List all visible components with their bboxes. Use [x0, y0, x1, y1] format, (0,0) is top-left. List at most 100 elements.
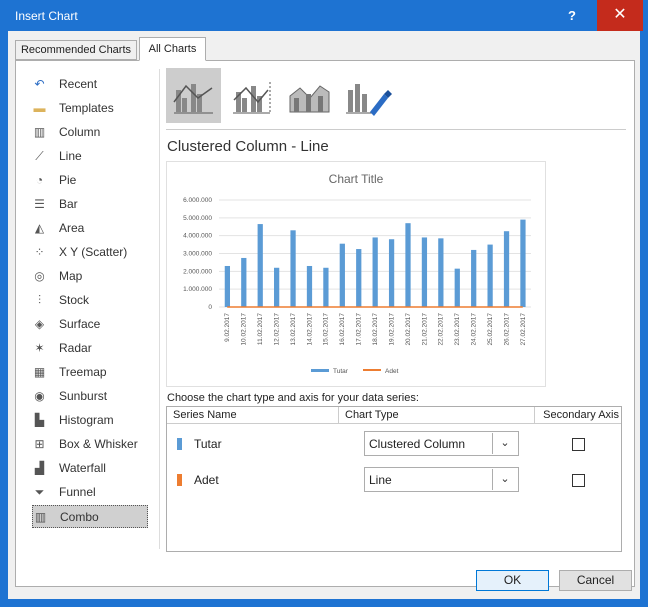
stacked-area-column-icon [289, 85, 330, 113]
bar-tutar [290, 230, 296, 307]
bar-tutar [520, 219, 526, 307]
chart-type-label: Stock [59, 293, 90, 307]
x-tick-label: 25.02.2017 [487, 313, 494, 346]
tab-all-charts[interactable]: All Charts [139, 37, 206, 61]
chart-type-templates[interactable]: ▬ Templates [28, 97, 148, 120]
series-name: Tutar [194, 437, 222, 451]
title-bar[interactable]: Insert Chart ? ✕ [0, 0, 648, 31]
bar-tutar [421, 237, 428, 307]
chart-type-select-tutar[interactable]: Clustered Column ⌄ [364, 431, 519, 456]
x-tick-label: 16.02.2017 [339, 313, 346, 346]
chart-type-histogram[interactable]: ▙ Histogram [28, 409, 148, 432]
chart-type-bar[interactable]: ☰ Bar [28, 193, 148, 216]
chevron-down-icon[interactable]: ⌄ [492, 433, 517, 454]
chart-type-funnel[interactable]: ⏷ Funnel [28, 481, 148, 504]
chart-title: Chart Title [329, 172, 384, 186]
chart-type-box-whisker[interactable]: ⊞ Box & Whisker [28, 433, 148, 456]
select-value: Clustered Column [369, 437, 466, 451]
chart-type-sunburst[interactable]: ◉ Sunburst [28, 385, 148, 408]
chart-type-waterfall[interactable]: ▟ Waterfall [28, 457, 148, 480]
chart-type-x-y-scatter[interactable]: ⁘ X Y (Scatter) [28, 241, 148, 264]
chart-type-recent[interactable]: ↶ Recent [28, 73, 148, 96]
bar-tutar [372, 237, 378, 307]
insert-chart-dialog: Insert Chart ? ✕ Recommended Charts All … [0, 0, 648, 607]
sunburst-chart-icon: ◉ [34, 389, 45, 403]
chevron-down-icon[interactable]: ⌄ [492, 469, 517, 490]
divider [159, 69, 160, 549]
chart-type-label: Pie [59, 173, 77, 187]
custom-combination-icon [346, 84, 392, 116]
all-charts-panel: ↶ Recent ▬ Templates ▥ Column ⟋ Line ◔ Pie ☰ Bar ◭ Ar… [15, 60, 635, 587]
chart-type-treemap[interactable]: ▦ Treemap [28, 361, 148, 384]
treemap-chart-icon: ▦ [33, 365, 46, 379]
pie-chart-icon: ◔ [35, 173, 44, 187]
bar-tutar [339, 243, 345, 307]
line-chart-icon: ⟋ [35, 149, 44, 163]
chart-type-map[interactable]: ◎ Map [28, 265, 148, 288]
x-tick-label: 15.02.2017 [323, 313, 330, 346]
chart-type-select-adet[interactable]: Line ⌄ [364, 467, 519, 492]
y-tick-label: 5.000.000 [183, 215, 212, 222]
x-tick-label: 11.02.2017 [257, 313, 264, 345]
dialog-client: Recommended Charts All Charts ↶ Recent ▬ Te… [8, 31, 640, 599]
folder-icon: ▬ [33, 101, 46, 115]
x-tick-label: 13.02.2017 [290, 313, 297, 346]
x-tick-label: 10.02.2017 [241, 313, 248, 346]
secondary-axis-checkbox-tutar[interactable] [572, 438, 585, 451]
radar-chart-icon: ✶ [34, 341, 45, 355]
chart-type-surface[interactable]: ◈ Surface [28, 313, 148, 336]
close-button[interactable]: ✕ [597, 0, 643, 31]
help-button[interactable]: ? [549, 0, 595, 31]
subtype-stacked-area-column[interactable] [282, 68, 337, 123]
chart-preview: Chart Title 0 1.000.000 2.000.000 3.000.000 4… [166, 161, 546, 387]
bar-tutar [471, 249, 477, 307]
bar-tutar [306, 265, 313, 307]
bar-tutar [257, 224, 263, 307]
series-color-swatch [177, 474, 182, 486]
chart-type-label: Waterfall [59, 461, 106, 475]
subtype-clustered-column-line[interactable] [166, 68, 221, 123]
subtype-custom-combination[interactable] [340, 68, 395, 123]
y-tick-label: 1.000.000 [183, 286, 212, 293]
chart-type-line[interactable]: ⟋ Line [28, 145, 148, 168]
chart-type-pie[interactable]: ◔ Pie [28, 169, 148, 192]
chart-type-label: Map [59, 269, 83, 283]
bar-tutar [323, 267, 329, 307]
x-tick-label: 22.02.2017 [438, 313, 445, 346]
x-tick-label: 14.02.2017 [306, 313, 313, 346]
chart-type-label: Combo [60, 510, 99, 524]
scatter-chart-icon: ⁘ [34, 245, 45, 259]
chart-type-column[interactable]: ▥ Column [28, 121, 148, 144]
series-table: Series Name Chart Type Secondary Axis Tu… [166, 406, 622, 552]
chart-type-combo[interactable]: ▥ Combo [32, 505, 148, 528]
bar-tutar [438, 238, 444, 307]
bar-tutar [405, 223, 411, 307]
bar-tutar [224, 265, 231, 307]
subtype-title: Clustered Column - Line [167, 138, 329, 155]
legend-label-adet: Adet [385, 368, 399, 375]
x-tick-label: 17.02.2017 [356, 313, 363, 346]
bar-tutar [454, 268, 460, 307]
stock-chart-icon: ⫶ [37, 293, 41, 307]
chart-type-label: Radar [59, 341, 92, 355]
subtype-clustered-column-line-secondary[interactable] [224, 68, 279, 123]
chart-type-area[interactable]: ◭ Area [28, 217, 148, 240]
legend-swatch-adet [363, 369, 381, 371]
funnel-chart-icon: ⏷ [34, 485, 45, 499]
y-tick-label: 2.000.000 [183, 268, 212, 275]
column-header-chart-type: Chart Type [339, 407, 535, 424]
select-value: Line [369, 473, 392, 487]
histogram-chart-icon: ▙ [34, 413, 45, 427]
chart-type-label: Funnel [59, 485, 96, 499]
tab-recommended-charts[interactable]: Recommended Charts [15, 40, 137, 60]
ok-button[interactable]: OK [476, 570, 549, 591]
secondary-axis-checkbox-adet[interactable] [572, 474, 585, 487]
waterfall-chart-icon: ▟ [34, 461, 45, 475]
chart-type-stock[interactable]: ⫶ Stock [28, 289, 148, 312]
chart-type-radar[interactable]: ✶ Radar [28, 337, 148, 360]
cancel-button[interactable]: Cancel [559, 570, 632, 591]
chart-preview-svg: Chart Title 0 1.000.000 2.000.000 3.000.000 4… [183, 172, 531, 375]
combo-chart-icon: ▥ [34, 510, 47, 524]
x-tick-label: 26.02.2017 [503, 313, 510, 346]
y-tick-label: 3.000.000 [183, 251, 212, 258]
